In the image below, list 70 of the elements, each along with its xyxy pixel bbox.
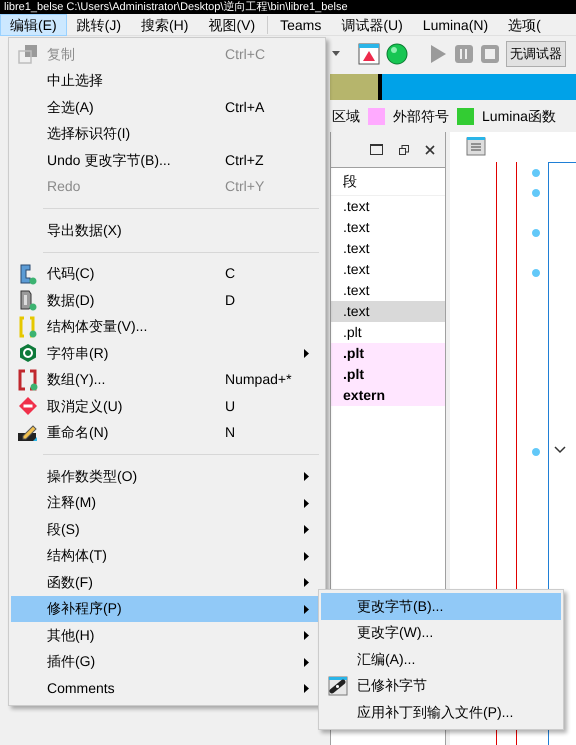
chevron-down-icon[interactable] bbox=[554, 446, 566, 454]
submenu-arrow-icon bbox=[304, 552, 309, 560]
legend-label: 外部符号 bbox=[393, 106, 449, 126]
restore-icon[interactable] bbox=[399, 144, 409, 154]
window-title: libre1_belse C:\Users\Administrator\Desktop\逆向工程\bin\libre1_belse bbox=[4, 1, 348, 13]
submenu-arrow-icon bbox=[304, 525, 309, 534]
menu-item[interactable]: 其他(H) bbox=[11, 622, 323, 648]
menu-item[interactable]: 导出数据(X) bbox=[11, 217, 323, 244]
window-icon[interactable] bbox=[358, 43, 380, 65]
menu-item[interactable]: 结构体(T) bbox=[11, 542, 323, 569]
menu-item[interactable]: 注释(M) bbox=[11, 490, 323, 516]
menu-bar-item[interactable]: Teams bbox=[270, 14, 332, 36]
bandage-icon bbox=[328, 676, 348, 696]
segment-row[interactable]: .plt bbox=[331, 364, 445, 385]
pencil-icon bbox=[17, 422, 39, 443]
submenu-arrow-icon bbox=[304, 578, 309, 587]
segment-row[interactable]: .text bbox=[331, 301, 445, 322]
code-letter-icon bbox=[18, 262, 38, 285]
menu-item[interactable]: Undo 更改字节(B)... Ctrl+Z bbox=[11, 147, 323, 174]
menu-item[interactable]: 全选(A) Ctrl+A bbox=[11, 94, 323, 120]
close-icon[interactable] bbox=[425, 144, 435, 154]
menu-item[interactable]: 函数(F) bbox=[11, 569, 323, 596]
menu-item[interactable]: 插件(G) bbox=[11, 648, 323, 675]
submenu-arrow-icon bbox=[304, 604, 309, 614]
menu-item[interactable]: 操作数类型(O) bbox=[11, 463, 323, 490]
menu-item[interactable]: Comments bbox=[11, 675, 323, 702]
hexagon-c-icon bbox=[18, 343, 38, 364]
segment-row[interactable]: extern bbox=[331, 385, 445, 406]
caret-icon[interactable] bbox=[332, 51, 340, 57]
data-letter-icon bbox=[18, 289, 38, 312]
column-header[interactable]: 段 bbox=[331, 171, 357, 192]
menu-item[interactable]: 代码(C) C bbox=[11, 260, 323, 287]
legend-label: 区域 bbox=[332, 106, 360, 126]
ball-icon[interactable] bbox=[386, 43, 408, 65]
menu-item[interactable]: 取消定义(U) U bbox=[11, 393, 323, 420]
menu-item[interactable]: 重命名(N) N bbox=[11, 420, 323, 446]
menu-item[interactable]: 数据(D) D bbox=[11, 287, 323, 314]
submenu-arrow-icon bbox=[304, 631, 309, 640]
menu-bar-item[interactable]: 编辑(E) bbox=[0, 14, 67, 36]
brackets-icon bbox=[18, 368, 38, 391]
menu-bar-item[interactable]: Lumina(N) bbox=[412, 14, 498, 36]
menu-bar-item[interactable]: 选项( bbox=[498, 14, 551, 36]
list-view-icon[interactable] bbox=[466, 136, 486, 156]
undefine-icon bbox=[18, 396, 38, 416]
menu-item[interactable]: 应用补丁到输入文件(P)... bbox=[321, 699, 561, 726]
segment-row[interactable]: .plt bbox=[331, 343, 445, 364]
legend-label: Lumina函数 bbox=[482, 106, 556, 126]
menu-item[interactable]: 更改字节(B)... bbox=[321, 593, 561, 620]
submenu-arrow-icon bbox=[304, 349, 309, 358]
maximize-icon[interactable] bbox=[370, 144, 383, 155]
submenu-arrow-icon bbox=[304, 658, 309, 666]
braces-icon bbox=[18, 316, 38, 338]
menu-item[interactable]: 选择标识符(I) bbox=[11, 120, 323, 147]
debugger-select[interactable]: 无调试器 bbox=[506, 41, 566, 67]
menu-item[interactable]: 更改字(W)... bbox=[321, 620, 561, 646]
menu-item[interactable]: 汇编(A)... bbox=[321, 646, 561, 672]
menu-item[interactable]: 段(S) bbox=[11, 516, 323, 542]
menu-item[interactable]: 已修补字节 bbox=[321, 672, 561, 699]
submenu-arrow-icon bbox=[304, 472, 309, 481]
menu-item[interactable]: 字符串(R) bbox=[11, 340, 323, 366]
menu-item[interactable]: 数组(Y)... Numpad+* bbox=[11, 366, 323, 393]
menu-bar-item[interactable]: 视图(V) bbox=[198, 14, 266, 36]
menu-bar-item[interactable]: 搜索(H) bbox=[131, 14, 198, 36]
menu-item[interactable]: 中止选择 bbox=[11, 68, 323, 94]
menu-bar-item[interactable]: 调试器(U) bbox=[331, 14, 413, 36]
menu-item[interactable]: 结构体变量(V)... bbox=[11, 314, 323, 340]
submenu-arrow-icon bbox=[304, 684, 309, 693]
submenu-arrow-icon bbox=[304, 498, 309, 508]
menu-bar-item[interactable]: 跳转(J) bbox=[66, 14, 131, 36]
copy-icon bbox=[18, 44, 38, 64]
